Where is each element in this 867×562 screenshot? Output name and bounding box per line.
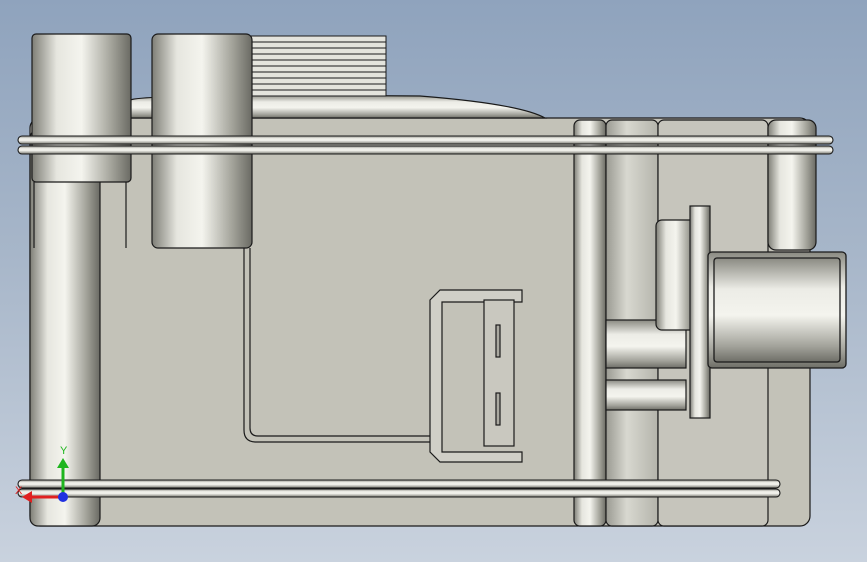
y-axis-label: Y [60, 445, 68, 457]
cad-viewport[interactable]: Y X [0, 0, 867, 562]
threaded-connector [249, 35, 387, 97]
outlet-cylinder [707, 251, 847, 369]
z-axis-dot [58, 492, 68, 502]
cad-model-view: Y X [15, 33, 847, 527]
x-axis-label: X [15, 485, 23, 497]
lower-rail [17, 479, 781, 498]
